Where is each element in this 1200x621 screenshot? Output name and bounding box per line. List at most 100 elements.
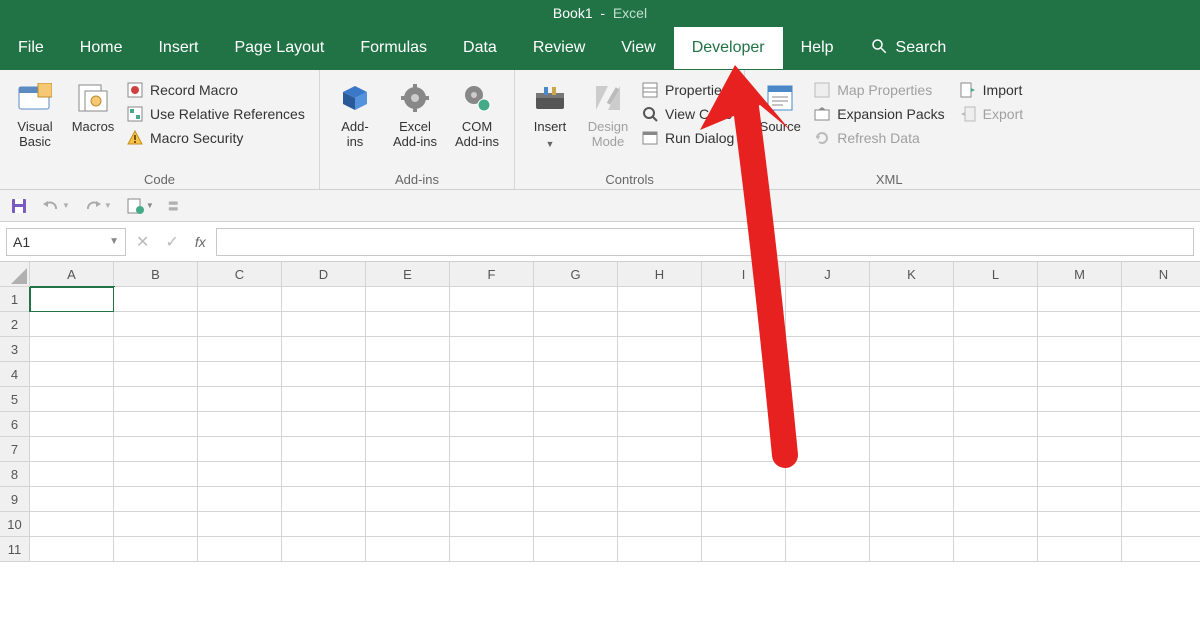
cell[interactable] bbox=[450, 462, 534, 487]
cell[interactable] bbox=[114, 462, 198, 487]
cell[interactable] bbox=[366, 287, 450, 312]
cell[interactable] bbox=[30, 412, 114, 437]
cell[interactable] bbox=[282, 387, 366, 412]
cell[interactable] bbox=[198, 437, 282, 462]
cell[interactable] bbox=[702, 487, 786, 512]
cell[interactable] bbox=[30, 437, 114, 462]
row-header[interactable]: 9 bbox=[0, 487, 30, 512]
cell[interactable] bbox=[870, 462, 954, 487]
cell[interactable] bbox=[366, 437, 450, 462]
row-header[interactable]: 4 bbox=[0, 362, 30, 387]
cell[interactable] bbox=[114, 362, 198, 387]
column-header[interactable]: I bbox=[702, 262, 786, 287]
expansion-packs-button[interactable]: Expansion Packs bbox=[811, 104, 946, 124]
cell[interactable] bbox=[954, 312, 1038, 337]
cell[interactable] bbox=[534, 387, 618, 412]
tab-review[interactable]: Review bbox=[515, 27, 603, 69]
cell[interactable] bbox=[198, 287, 282, 312]
qat-customize-button[interactable]: ▼ bbox=[126, 197, 154, 215]
cell[interactable] bbox=[198, 462, 282, 487]
cell[interactable] bbox=[1038, 512, 1122, 537]
cell[interactable] bbox=[198, 312, 282, 337]
cell[interactable] bbox=[786, 337, 870, 362]
row-header[interactable]: 8 bbox=[0, 462, 30, 487]
column-header[interactable]: D bbox=[282, 262, 366, 287]
cell[interactable] bbox=[702, 437, 786, 462]
cell[interactable] bbox=[870, 387, 954, 412]
cell[interactable] bbox=[702, 387, 786, 412]
cell[interactable] bbox=[366, 462, 450, 487]
cell[interactable] bbox=[450, 337, 534, 362]
cell[interactable] bbox=[870, 437, 954, 462]
cell[interactable] bbox=[1038, 387, 1122, 412]
undo-button[interactable]: ▼ bbox=[42, 199, 70, 213]
cell[interactable] bbox=[450, 437, 534, 462]
cell[interactable] bbox=[30, 337, 114, 362]
cell[interactable] bbox=[450, 362, 534, 387]
cell[interactable] bbox=[114, 412, 198, 437]
cell[interactable] bbox=[534, 537, 618, 562]
column-header[interactable]: G bbox=[534, 262, 618, 287]
cell[interactable] bbox=[282, 537, 366, 562]
spreadsheet-grid[interactable]: ABCDEFGHIJKLMN1234567891011 bbox=[0, 262, 1200, 562]
cell[interactable] bbox=[30, 387, 114, 412]
cell[interactable] bbox=[282, 437, 366, 462]
cell[interactable] bbox=[786, 387, 870, 412]
column-header[interactable]: C bbox=[198, 262, 282, 287]
select-all-corner[interactable] bbox=[0, 262, 30, 287]
row-header[interactable]: 11 bbox=[0, 537, 30, 562]
cell[interactable] bbox=[30, 537, 114, 562]
cell[interactable] bbox=[534, 512, 618, 537]
cell[interactable] bbox=[618, 412, 702, 437]
cell[interactable] bbox=[786, 362, 870, 387]
cell[interactable] bbox=[870, 312, 954, 337]
row-header[interactable]: 2 bbox=[0, 312, 30, 337]
cell[interactable] bbox=[870, 512, 954, 537]
cell[interactable] bbox=[870, 537, 954, 562]
cell[interactable] bbox=[702, 537, 786, 562]
cell[interactable] bbox=[114, 287, 198, 312]
cell[interactable] bbox=[1038, 412, 1122, 437]
row-header[interactable]: 10 bbox=[0, 512, 30, 537]
cell[interactable] bbox=[1038, 362, 1122, 387]
cell[interactable] bbox=[954, 487, 1038, 512]
cell[interactable] bbox=[702, 462, 786, 487]
cell[interactable] bbox=[870, 362, 954, 387]
cell[interactable] bbox=[30, 462, 114, 487]
visual-basic-button[interactable]: Visual Basic bbox=[8, 76, 62, 170]
xml-import-button[interactable]: Import bbox=[957, 80, 1025, 100]
cell[interactable] bbox=[198, 537, 282, 562]
map-properties-button[interactable]: Map Properties bbox=[811, 80, 946, 100]
cell[interactable] bbox=[786, 512, 870, 537]
cell[interactable] bbox=[282, 337, 366, 362]
qat-more-button[interactable]: 〓 bbox=[168, 198, 179, 214]
cell[interactable] bbox=[1122, 387, 1200, 412]
cell[interactable] bbox=[114, 387, 198, 412]
cell[interactable] bbox=[786, 437, 870, 462]
cell[interactable] bbox=[282, 412, 366, 437]
cell[interactable] bbox=[1122, 437, 1200, 462]
row-header[interactable]: 5 bbox=[0, 387, 30, 412]
design-mode-button[interactable]: Design Mode bbox=[581, 76, 635, 170]
column-header[interactable]: M bbox=[1038, 262, 1122, 287]
cell[interactable] bbox=[1038, 337, 1122, 362]
cell[interactable] bbox=[534, 462, 618, 487]
formula-cancel-icon[interactable]: ✕ bbox=[136, 232, 149, 252]
cell[interactable] bbox=[1122, 512, 1200, 537]
run-dialog-button[interactable]: Run Dialog bbox=[639, 128, 736, 148]
tab-insert[interactable]: Insert bbox=[140, 27, 216, 69]
save-button[interactable] bbox=[10, 197, 28, 215]
cell[interactable] bbox=[450, 512, 534, 537]
cell[interactable] bbox=[450, 312, 534, 337]
cell[interactable] bbox=[1038, 287, 1122, 312]
cell[interactable] bbox=[1038, 312, 1122, 337]
column-header[interactable]: L bbox=[954, 262, 1038, 287]
use-relative-references-button[interactable]: Use Relative References bbox=[124, 104, 307, 124]
cell[interactable] bbox=[618, 437, 702, 462]
cell[interactable] bbox=[534, 337, 618, 362]
refresh-data-button[interactable]: Refresh Data bbox=[811, 128, 946, 148]
cell[interactable] bbox=[114, 337, 198, 362]
column-header[interactable]: B bbox=[114, 262, 198, 287]
row-header[interactable]: 6 bbox=[0, 412, 30, 437]
cell[interactable] bbox=[1122, 362, 1200, 387]
